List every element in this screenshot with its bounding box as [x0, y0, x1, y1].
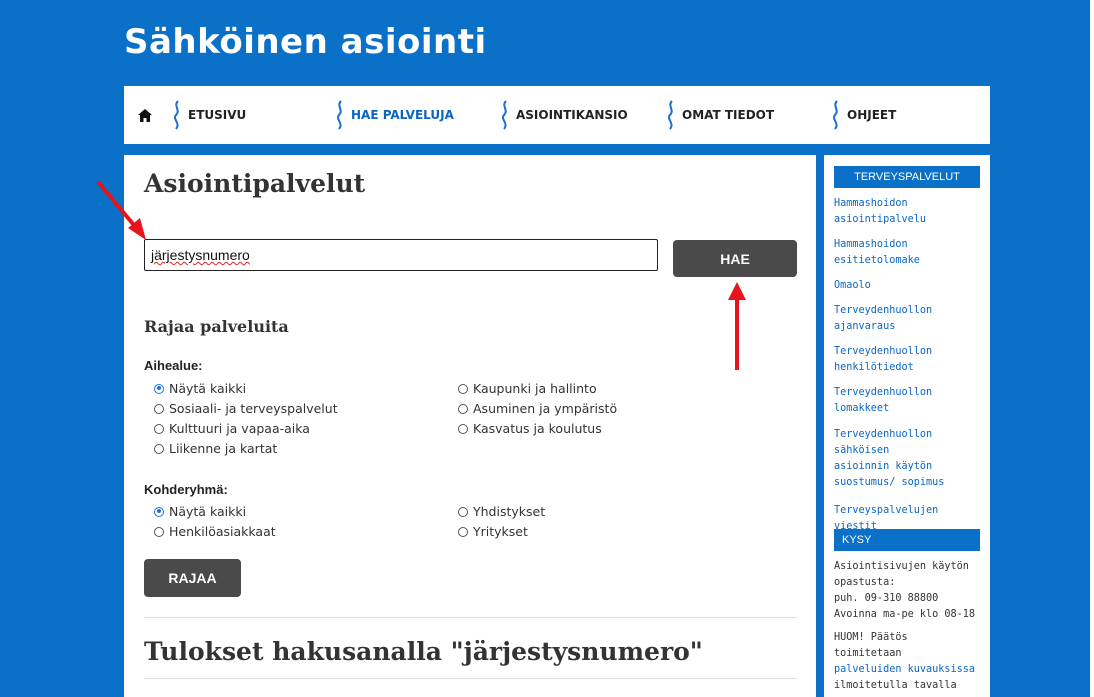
results-heading: Tulokset hakusanalla "järjestysnumero" — [144, 637, 703, 666]
radio-label: Yritykset — [473, 524, 528, 539]
topic-radio-traffic[interactable]: Liikenne ja kartat — [154, 441, 277, 456]
radio-selected-icon — [154, 506, 164, 517]
radio-label: Asuminen ja ympäristö — [473, 401, 618, 416]
radio-label: Näytä kaikki — [169, 504, 247, 519]
red-arrow-annotation — [96, 180, 146, 240]
filter-heading: Rajaa palveluita — [144, 317, 289, 336]
radio-icon — [154, 423, 164, 434]
sidebar-link[interactable]: Hammashoidon asiointipalvelu — [834, 196, 986, 228]
wave-icon — [337, 100, 342, 130]
topic-radio-social-health[interactable]: Sosiaali- ja terveyspalvelut — [154, 401, 338, 416]
radio-icon — [458, 423, 468, 434]
page-frame: Sähköinen asiointi ETUSIVU HAE PALVELUJA… — [0, 0, 1090, 697]
main-content: Asiointipalvelut järjestysnumero HAE Raj… — [124, 155, 816, 697]
home-icon[interactable] — [138, 105, 160, 125]
radio-label: Kasvatus ja koulutus — [473, 421, 602, 436]
radio-icon — [458, 506, 468, 517]
sidebar-link[interactable]: Terveydenhuollon sähköisen asioinnin käy… — [834, 427, 986, 491]
sidebar-notice-text2: ilmoitetulla tavalla — [834, 680, 957, 691]
sidebar-link[interactable]: Omaolo — [834, 278, 986, 294]
sidebar: TERVEYSPALVELUT Hammashoidon asiointipal… — [824, 155, 990, 697]
nav-label: ETUSIVU — [188, 108, 247, 122]
radio-label: Liikenne ja kartat — [169, 441, 278, 456]
radio-icon — [458, 383, 468, 394]
radio-label: Näytä kaikki — [169, 381, 247, 396]
nav-item-hae-palveluja[interactable]: HAE PALVELUJA — [335, 86, 454, 144]
radio-icon — [154, 443, 164, 454]
audience-radio-persons[interactable]: Henkilöasiakkaat — [154, 524, 276, 539]
radio-label: Henkilöasiakkaat — [169, 524, 276, 539]
filter-button[interactable]: RAJAA — [144, 559, 241, 597]
topic-radio-culture[interactable]: Kulttuuri ja vapaa-aika — [154, 421, 310, 436]
radio-label: Sosiaali- ja terveyspalvelut — [169, 401, 338, 416]
nav-item-ohjeet[interactable]: OHJEET — [831, 86, 896, 144]
radio-label: Kaupunki ja hallinto — [473, 381, 597, 396]
sidebar-notice-link[interactable]: palveluiden kuvauksissa — [834, 662, 986, 678]
sidebar-heading-ask: KYSY — [834, 529, 980, 551]
wave-icon — [174, 100, 179, 130]
radio-icon — [154, 526, 164, 537]
site-title[interactable]: Sähköinen asiointi — [124, 22, 487, 62]
nav-item-asiointikansio[interactable]: ASIOINTIKANSIO — [500, 86, 628, 144]
nav-item-etusivu[interactable]: ETUSIVU — [172, 86, 246, 144]
audience-radio-companies[interactable]: Yritykset — [458, 524, 528, 539]
divider — [144, 678, 797, 679]
audience-label: Kohderyhmä: — [144, 482, 228, 497]
sidebar-link[interactable]: Hammashoidon esitietolomake — [834, 237, 986, 269]
wave-icon — [502, 100, 507, 130]
radio-selected-icon — [154, 383, 164, 394]
sidebar-notice-text: HUOM! Päätös toimitetaan — [834, 632, 908, 659]
audience-radio-all[interactable]: Näytä kaikki — [154, 504, 246, 519]
divider — [144, 617, 797, 618]
sidebar-link[interactable]: Terveydenhuollon lomakkeet — [834, 385, 986, 417]
audience-radio-associations[interactable]: Yhdistykset — [458, 504, 545, 519]
topic-label: Aihealue: — [144, 358, 203, 373]
radio-icon — [458, 526, 468, 537]
topic-radio-education[interactable]: Kasvatus ja koulutus — [458, 421, 602, 436]
topic-radio-all[interactable]: Näytä kaikki — [154, 381, 246, 396]
sidebar-link[interactable]: Terveydenhuollon ajanvaraus — [834, 303, 986, 335]
topic-radio-housing[interactable]: Asuminen ja ympäristö — [458, 401, 617, 416]
wave-icon — [668, 100, 673, 130]
nav-label: OHJEET — [847, 108, 897, 122]
radio-label: Kulttuuri ja vapaa-aika — [169, 421, 310, 436]
nav-item-omat-tiedot[interactable]: OMAT TIEDOT — [666, 86, 774, 144]
nav-label: HAE PALVELUJA — [351, 108, 454, 122]
search-input-value: järjestysnumero — [151, 247, 250, 263]
search-button[interactable]: HAE — [673, 240, 797, 277]
sidebar-link[interactable]: Terveydenhuollon henkilötiedot — [834, 344, 986, 376]
sidebar-ask-text: Asiointisivujen käytön opastusta: puh. 0… — [834, 561, 976, 620]
red-arrow-annotation — [728, 282, 746, 370]
topic-radio-city[interactable]: Kaupunki ja hallinto — [458, 381, 597, 396]
sidebar-heading-health: TERVEYSPALVELUT — [834, 166, 980, 188]
nav-label: ASIOINTIKANSIO — [516, 108, 628, 122]
radio-icon — [458, 403, 468, 414]
radio-label: Yhdistykset — [473, 504, 546, 519]
wave-icon — [833, 100, 838, 130]
page-title: Asiointipalvelut — [144, 169, 366, 198]
radio-icon — [154, 403, 164, 414]
main-navigation: ETUSIVU HAE PALVELUJA ASIOINTIKANSIO OMA… — [124, 86, 990, 144]
nav-label: OMAT TIEDOT — [682, 108, 775, 122]
search-input[interactable]: järjestysnumero — [144, 239, 658, 271]
